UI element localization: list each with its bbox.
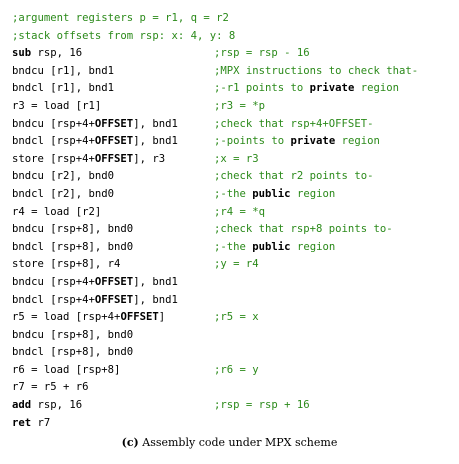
caption-tag: (c): [121, 436, 139, 449]
instruction: store [rsp+4+OFFSET], r3: [12, 152, 166, 165]
code-line: bndcl [rsp+8], bnd0: [12, 344, 452, 362]
comment-header: ;argument registers p = r1, q = r2: [12, 12, 229, 24]
assembly-listing: ;argument registers p = r1, q = r2 ;stack…: [12, 10, 452, 432]
instruction: bndcl [rsp+4+OFFSET], bnd1: [12, 293, 178, 306]
comment-header: ;stack offsets from rsp: x: 4, y: 8: [12, 29, 236, 42]
instruction: bndcl [r1], bnd1: [12, 82, 115, 95]
instruction: bndcl [r2], bnd0: [12, 187, 115, 200]
instruction: bndcl [rsp+8], bnd0: [12, 346, 134, 359]
inline-comment: ;check that r2 points to-: [214, 170, 374, 183]
inline-comment: ;r5 = x: [214, 311, 259, 324]
instruction: store [rsp+8], r4: [12, 258, 121, 271]
code-line: sub rsp, 16 ;rsp = rsp - 16: [12, 45, 452, 63]
code-line: ret r7: [12, 415, 452, 433]
code-line: r4 = load [r2] ;r4 = *q: [12, 204, 452, 222]
inline-comment: ;x = r3: [214, 152, 259, 165]
inline-comment: ;r4 = *q: [214, 205, 266, 218]
instruction: bndcu [r1], bnd1: [12, 64, 115, 77]
inline-comment: ;y = r4: [214, 258, 259, 271]
instruction: bndcu [rsp+8], bnd0: [12, 223, 134, 236]
code-line: r3 = load [r1] ;r3 = *p: [12, 98, 452, 116]
inline-comment: ;MPX instructions to check that-: [214, 64, 419, 77]
caption-text: Assembly code under MPX scheme: [142, 436, 338, 449]
inline-comment: ;rsp = rsp - 16: [214, 47, 310, 60]
instruction: add rsp, 16: [12, 399, 83, 412]
code-line: bndcl [r1], bnd1 ;-r1 points to private r…: [12, 80, 452, 98]
inline-comment: ;-the public region: [214, 187, 336, 200]
code-line: store [rsp+4+OFFSET], r3 ;x = r3: [12, 151, 452, 169]
instruction: bndcl [rsp+8], bnd0: [12, 240, 134, 253]
inline-comment: ;rsp = rsp + 16: [214, 399, 310, 412]
instruction: r3 = load [r1]: [12, 99, 102, 112]
inline-comment: ;check that rsp+4+OFFSET-: [214, 117, 374, 130]
instruction: bndcu [rsp+4+OFFSET], bnd1: [12, 275, 178, 288]
code-line: bndcu [rsp+8], bnd0: [12, 327, 452, 345]
code-line: ;stack offsets from rsp: x: 4, y: 8: [12, 28, 452, 46]
inline-comment: ;check that rsp+8 points to-: [214, 223, 393, 236]
code-line: r7 = r5 + r6: [12, 379, 452, 397]
inline-comment: ;r6 = y: [214, 363, 259, 376]
code-line: ;argument registers p = r1, q = r2: [12, 10, 452, 28]
inline-comment: ;-the public region: [214, 240, 336, 253]
instruction: ret r7: [12, 416, 51, 429]
instruction: r7 = r5 + r6: [12, 381, 89, 394]
code-line: r5 = load [rsp+4+OFFSET] ;r5 = x: [12, 309, 452, 327]
code-line: bndcl [rsp+8], bnd0 ;-the public region: [12, 239, 452, 257]
instruction: bndcu [rsp+4+OFFSET], bnd1: [12, 117, 178, 130]
code-line: add rsp, 16 ;rsp = rsp + 16: [12, 397, 452, 415]
code-line: bndcu [rsp+4+OFFSET], bnd1: [12, 274, 452, 292]
instruction: r5 = load [rsp+4+OFFSET]: [12, 311, 166, 324]
code-line: store [rsp+8], r4 ;y = r4: [12, 256, 452, 274]
inline-comment: ;-r1 points to private region: [214, 82, 399, 95]
instruction: bndcu [r2], bnd0: [12, 170, 115, 183]
instruction: r4 = load [r2]: [12, 205, 102, 218]
instruction: bndcu [rsp+8], bnd0: [12, 328, 134, 341]
figure-caption: (c) Assembly code under MPX scheme: [0, 436, 459, 449]
code-line: bndcu [r2], bnd0 ;check that r2 points to…: [12, 168, 452, 186]
instruction: sub rsp, 16: [12, 47, 83, 60]
code-line: bndcu [rsp+8], bnd0 ;check that rsp+8 poi…: [12, 221, 452, 239]
code-line: bndcl [rsp+4+OFFSET], bnd1 ;-points to pr…: [12, 133, 452, 151]
code-line: bndcu [rsp+4+OFFSET], bnd1 ;check that rs…: [12, 116, 452, 134]
inline-comment: ;-points to private region: [214, 135, 380, 148]
code-line: bndcl [r2], bnd0 ;-the public region: [12, 186, 452, 204]
inline-comment: ;r3 = *p: [214, 99, 266, 112]
instruction: bndcl [rsp+4+OFFSET], bnd1: [12, 135, 178, 148]
code-line: bndcl [rsp+4+OFFSET], bnd1: [12, 292, 452, 310]
code-line: bndcu [r1], bnd1 ;MPX instructions to che…: [12, 63, 452, 81]
code-line: r6 = load [rsp+8] ;r6 = y: [12, 362, 452, 380]
instruction: r6 = load [rsp+8]: [12, 363, 121, 376]
